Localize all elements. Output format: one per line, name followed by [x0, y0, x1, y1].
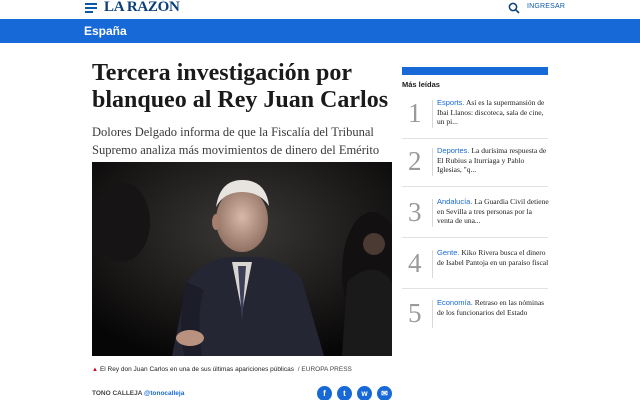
most-read-text[interactable]: Gente. Kiko Rivera busca el dinero de Is… [437, 248, 549, 267]
most-read-rank: 5 [408, 298, 422, 328]
top-bar: LA RAZÓN INGRESAR [0, 0, 640, 19]
most-read-divider [402, 288, 548, 289]
byline: TONO CALLEJA @tonocalleja [92, 390, 184, 397]
most-read-category[interactable]: Gente. [437, 248, 460, 257]
article-photo [92, 162, 392, 356]
most-read-category[interactable]: Esports. [437, 98, 465, 107]
most-read-divider [402, 237, 548, 238]
most-read-rule [432, 250, 433, 278]
hamburger-menu-icon[interactable] [85, 3, 97, 13]
caption-credit: / EUROPA PRESS [297, 366, 352, 373]
most-read-rank: 4 [408, 248, 422, 278]
article-photo-illustration [92, 162, 392, 356]
login-link[interactable]: INGRESAR [527, 3, 565, 10]
search-icon[interactable] [508, 2, 520, 14]
caption-text: El Rey don Juan Carlos en una de sus últ… [99, 366, 294, 373]
whatsapp-share-icon[interactable]: w [357, 386, 372, 400]
most-read-rank: 2 [408, 146, 422, 176]
most-read-rule [432, 300, 433, 328]
most-read-text[interactable]: Economía. Retraso en las nóminas de los … [437, 298, 549, 317]
article-headline: Tercera investigación por blanqueo al Re… [92, 60, 389, 113]
section-label[interactable]: España [84, 24, 127, 38]
most-read-rule [432, 100, 433, 128]
most-read-category[interactable]: Deportes. [437, 146, 470, 155]
article-subtitle: Dolores Delgado informa de que la Fiscal… [92, 125, 380, 157]
photo-caption: ▲ El Rey don Juan Carlos en una de sus úl… [92, 366, 392, 373]
most-read-category[interactable]: Andalucía. [437, 197, 472, 206]
facebook-share-icon[interactable]: f [317, 386, 332, 400]
caption-arrow-icon: ▲ [92, 367, 98, 373]
section-bar: España [0, 19, 640, 43]
most-read-rule [432, 148, 433, 176]
most-read-text[interactable]: Deportes. La durísima respuesta de El Ru… [437, 146, 549, 175]
twitter-share-icon[interactable]: t [337, 386, 352, 400]
most-read-item[interactable]: 5 Economía. Retraso en las nóminas de lo… [402, 298, 548, 346]
most-read-divider [402, 138, 548, 139]
most-read-accent-bar [402, 67, 548, 75]
most-read-rank: 1 [408, 98, 422, 128]
author-handle[interactable]: @tonocalleja [144, 390, 184, 397]
email-share-icon[interactable]: ✉ [377, 386, 392, 400]
most-read-divider [402, 186, 548, 187]
most-read-title: Más leídas [402, 80, 440, 89]
most-read-text[interactable]: Andalucía. La Guardia Civil detiene en S… [437, 197, 549, 226]
most-read-rank: 3 [408, 197, 422, 227]
most-read-category[interactable]: Economía. [437, 298, 473, 307]
most-read-rule [432, 199, 433, 227]
site-logo[interactable]: LA RAZÓN [104, 0, 180, 16]
author-name[interactable]: TONO CALLEJA [92, 390, 142, 397]
most-read-text[interactable]: Esports. Así es la supermansión de Ibai … [437, 98, 549, 127]
